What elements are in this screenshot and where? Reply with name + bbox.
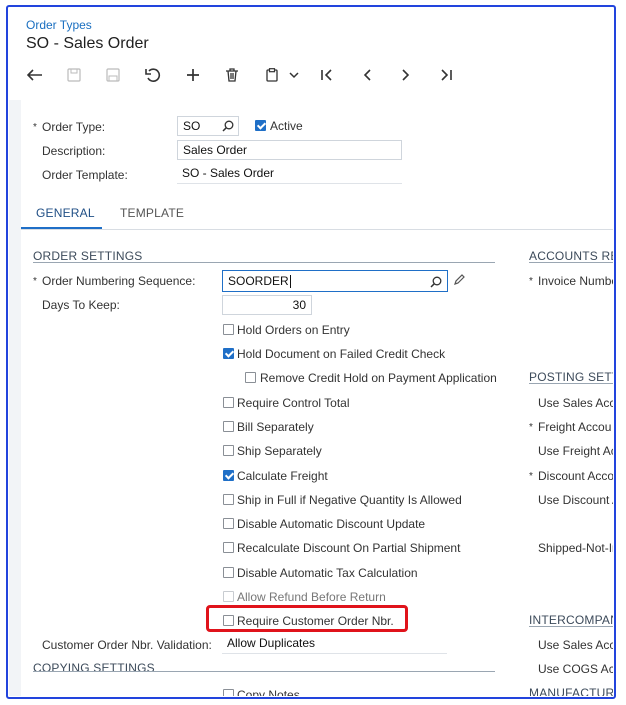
recalculate-discount-label: Recalculate Discount On Partial Shipment — [237, 541, 461, 555]
disable-tax-calculation-label: Disable Automatic Tax Calculation — [237, 566, 418, 580]
order-template-value: SO - Sales Order — [177, 164, 402, 184]
section-divider — [529, 626, 613, 627]
pencil-edit-icon[interactable] — [453, 273, 466, 289]
shipped-not-invoiced-label: Shipped-Not-In — [538, 541, 613, 555]
discount-account-label: Discount Acco — [538, 469, 613, 483]
hold-failed-credit-label: Hold Document on Failed Credit Check — [237, 347, 446, 361]
copy-notes-label: Copy Notes — [237, 688, 300, 696]
disable-tax-calculation-checkbox[interactable] — [223, 567, 234, 578]
add-icon[interactable] — [182, 64, 204, 86]
section-divider — [529, 262, 613, 263]
breadcrumb[interactable]: Order Types — [26, 18, 92, 32]
allow-refund-checkbox[interactable] — [223, 591, 234, 602]
days-to-keep-label: Days To Keep: — [42, 298, 120, 312]
undo-icon[interactable] — [142, 64, 164, 86]
back-arrow-icon[interactable] — [24, 64, 46, 86]
required-marker: * — [529, 276, 533, 287]
description-input[interactable]: Sales Order — [177, 140, 402, 160]
use-cogs-account-label: Use COGS Ac — [538, 662, 613, 676]
chevron-down-icon[interactable] — [283, 64, 305, 86]
use-sales-account-2-label: Use Sales Acc — [538, 638, 613, 652]
use-discount-account-label: Use Discount A — [538, 493, 613, 507]
section-divider — [33, 671, 495, 672]
ship-separately-label: Ship Separately — [237, 444, 322, 458]
previous-record-icon[interactable] — [356, 64, 378, 86]
order-type-input[interactable]: SO — [177, 116, 239, 136]
use-freight-account-label: Use Freight Ac — [538, 444, 613, 458]
tab-general[interactable]: GENERAL — [36, 206, 95, 220]
tab-template[interactable]: TEMPLATE — [120, 206, 184, 220]
delete-icon[interactable] — [221, 64, 243, 86]
bill-separately-checkbox[interactable] — [223, 421, 234, 432]
posting-heading: POSTING SETT — [529, 370, 613, 384]
save-icon[interactable] — [102, 64, 124, 86]
tab-general-underline — [21, 227, 102, 229]
require-control-total-checkbox[interactable] — [223, 397, 234, 408]
section-divider — [33, 262, 495, 263]
bill-separately-label: Bill Separately — [237, 420, 314, 434]
next-record-icon[interactable] — [395, 64, 417, 86]
copying-settings-heading: COPYING SETTINGS — [33, 661, 155, 675]
hold-failed-credit-checkbox[interactable] — [223, 348, 234, 359]
invoice-number-label: Invoice Numbe — [538, 274, 613, 288]
order-type-value: SO — [183, 119, 201, 133]
cust-order-validation-value[interactable]: Allow Duplicates — [222, 634, 447, 654]
hold-orders-on-entry-label: Hold Orders on Entry — [237, 323, 350, 337]
copy-paste-icon[interactable] — [261, 64, 283, 86]
disable-discount-update-label: Disable Automatic Discount Update — [237, 517, 426, 531]
remove-credit-hold-label: Remove Credit Hold on Payment Applicatio… — [260, 371, 497, 385]
order-numbering-label: Order Numbering Sequence: — [42, 274, 196, 288]
ship-in-full-label: Ship in Full if Negative Quantity Is All… — [237, 493, 462, 507]
use-sales-account-label: Use Sales Acc — [538, 396, 613, 410]
order-template-label: Order Template: — [42, 168, 128, 182]
highlight-annotation — [206, 605, 408, 632]
required-marker: * — [33, 276, 37, 287]
save-close-icon[interactable] — [63, 64, 85, 86]
last-record-icon[interactable] — [435, 64, 457, 86]
accounts-heading: ACCOUNTS RE — [529, 249, 613, 263]
intercompany-heading: INTERCOMPAN — [529, 613, 613, 627]
required-marker: * — [529, 471, 533, 482]
required-marker: * — [33, 122, 37, 133]
ship-separately-checkbox[interactable] — [223, 445, 234, 456]
tab-divider — [21, 229, 613, 230]
days-to-keep-input[interactable]: 30 — [222, 295, 312, 315]
calculate-freight-label: Calculate Freight — [237, 469, 328, 483]
page-title: SO - Sales Order — [26, 35, 149, 52]
order-type-label: Order Type: — [42, 120, 106, 134]
manufacturing-heading: MANUFACTURI — [529, 686, 613, 696]
active-checkbox[interactable] — [255, 120, 266, 131]
search-icon[interactable] — [222, 119, 234, 137]
search-icon[interactable] — [430, 274, 442, 294]
cust-order-validation-label: Customer Order Nbr. Validation: — [42, 638, 212, 652]
description-label: Description: — [42, 144, 106, 158]
freight-account-label: Freight Accou — [538, 420, 612, 434]
order-numbering-input[interactable]: SOORDER — [222, 270, 448, 292]
hold-orders-on-entry-checkbox[interactable] — [223, 324, 234, 335]
remove-credit-hold-checkbox[interactable] — [245, 372, 256, 383]
calculate-freight-checkbox[interactable] — [223, 470, 234, 481]
ship-in-full-checkbox[interactable] — [223, 494, 234, 505]
required-marker: * — [529, 422, 533, 433]
allow-refund-label: Allow Refund Before Return — [237, 590, 386, 604]
copy-notes-checkbox[interactable] — [223, 689, 234, 696]
header: Order Types SO - Sales Order — [9, 8, 613, 100]
order-settings-heading: ORDER SETTINGS — [33, 249, 143, 263]
active-label: Active — [270, 119, 303, 133]
section-divider — [529, 383, 613, 384]
disable-discount-update-checkbox[interactable] — [223, 518, 234, 529]
first-record-icon[interactable] — [316, 64, 338, 86]
require-control-total-label: Require Control Total — [237, 396, 350, 410]
recalculate-discount-checkbox[interactable] — [223, 542, 234, 553]
order-numbering-value: SOORDER — [228, 274, 289, 288]
